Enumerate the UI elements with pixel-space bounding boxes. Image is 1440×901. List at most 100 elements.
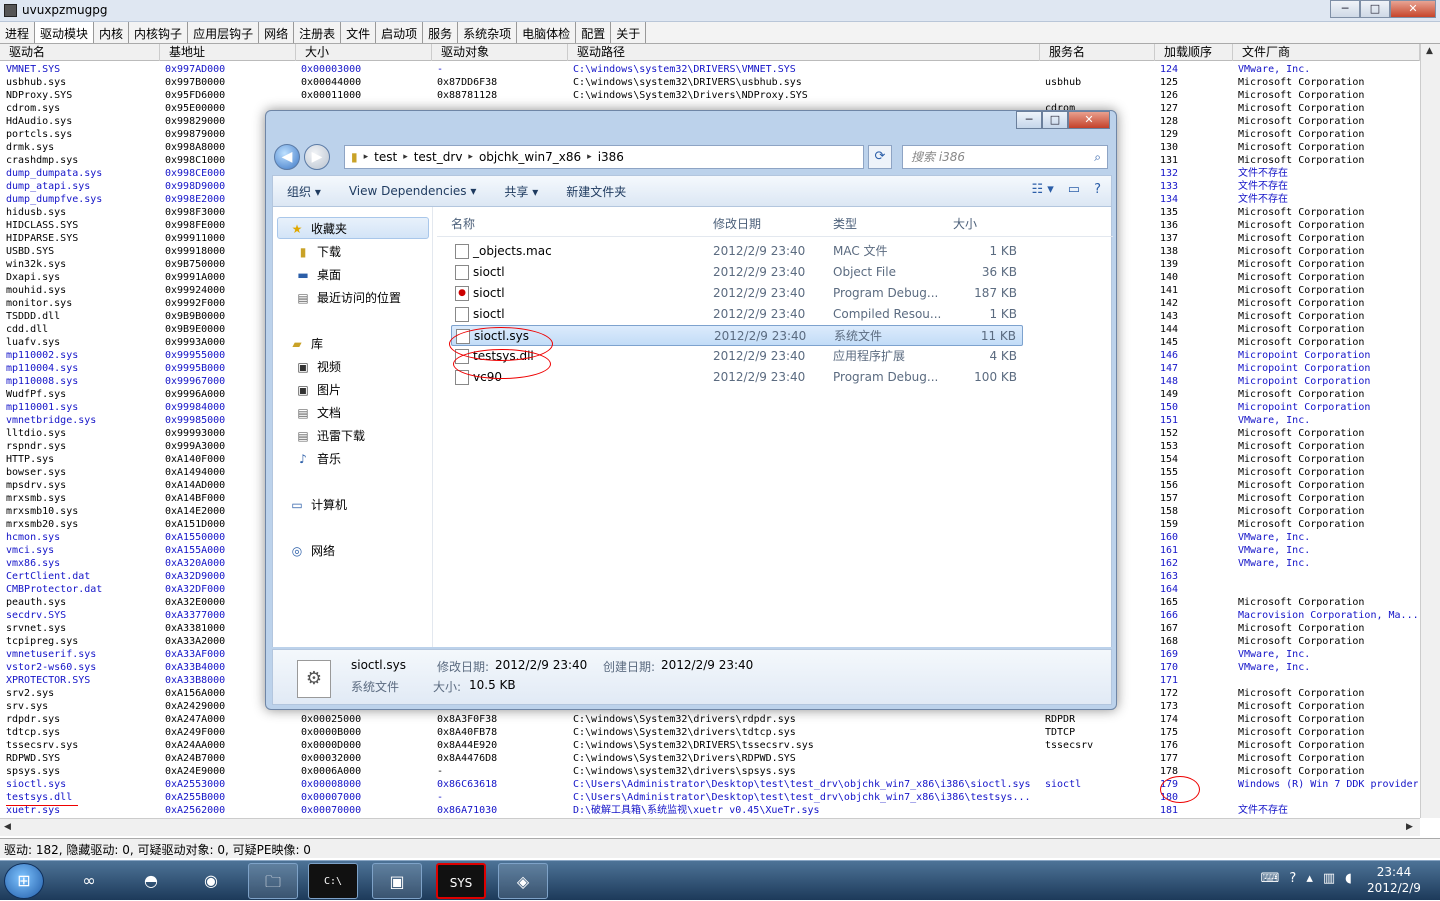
tab-11[interactable]: 电脑体检 [517, 22, 577, 43]
col-type[interactable]: 类型 [833, 215, 857, 232]
explorer-close-button[interactable]: ✕ [1068, 111, 1110, 129]
taskbar-app-3[interactable]: 🗀 [248, 863, 298, 899]
table-row[interactable]: VMNET.SYS 0x997AD000 0x00003000 - C:\windows… [0, 63, 1420, 76]
address-bar[interactable]: ▮ ▸ test ▸ test_drv ▸ objchk_win7_x86 ▸ i386 [344, 145, 864, 169]
tab-3[interactable]: 内核钩子 [129, 22, 189, 43]
taskbar-app-7[interactable]: ◈ [498, 863, 548, 899]
clock[interactable]: 23:44 2012/2/9 [1356, 864, 1432, 896]
taskbar-app-1[interactable]: ◓ [126, 863, 176, 899]
nav-downloads[interactable]: ▮ 下载 [295, 243, 341, 260]
close-button[interactable]: ✕ [1390, 0, 1436, 18]
tab-12[interactable]: 配置 [576, 22, 612, 43]
file-row[interactable]: _objects.mac 2012/2/9 23:40 MAC 文件 1 KB [451, 241, 1023, 262]
breadcrumb-item[interactable]: i386 [592, 146, 630, 168]
nav-documents[interactable]: ▤ 文档 [295, 404, 341, 421]
nav-music[interactable]: ♪ 音乐 [295, 450, 341, 467]
breadcrumb-item[interactable]: test_drv [408, 146, 469, 168]
table-row[interactable]: testsys.dll 0xA255B000 0x00007000 - C:\Users… [0, 791, 1420, 804]
tab-4[interactable]: 应用层钩子 [188, 22, 260, 43]
maximize-button[interactable]: □ [1360, 0, 1390, 18]
command-0[interactable]: 组织 ▾ [273, 183, 335, 200]
nav-recent[interactable]: ▤ 最近访问的位置 [295, 289, 401, 306]
preview-pane-icon[interactable]: ▭ [1068, 182, 1080, 197]
table-row[interactable]: tdtcp.sys 0xA249F000 0x0000B000 0x8A40FB78 C… [0, 726, 1420, 739]
nav-computer[interactable]: ▭ 计算机 [289, 496, 347, 513]
nav-favorites[interactable]: ★ 收藏夹 [289, 220, 347, 237]
taskbar-app-5[interactable]: ▣ [372, 863, 422, 899]
table-row[interactable]: sioctl.sys 0xA2553000 0x00008000 0x86C63618… [0, 778, 1420, 791]
nav-network[interactable]: ◎ 网络 [289, 542, 335, 559]
table-row[interactable]: tssecsrv.sys 0xA24AA000 0x0000D000 0x8A44E9… [0, 739, 1420, 752]
col-modified[interactable]: 修改日期 [713, 215, 761, 232]
nav-thunder-downloads[interactable]: ▤ 迅雷下载 [295, 427, 365, 444]
file-row[interactable]: ● sioctl 2012/2/9 23:40 Program Debug... 187… [451, 283, 1023, 304]
scroll-left-icon[interactable]: ◀ [4, 822, 11, 832]
file-size: 1 KB [989, 244, 1017, 258]
table-row[interactable]: RDPWD.SYS 0xA24B7000 0x00032000 0x8A4476D8 C… [0, 752, 1420, 765]
annotation-circle-load-order [1160, 776, 1200, 803]
network-tray-icon[interactable]: ▥ [1323, 871, 1335, 886]
nav-desktop[interactable]: ▬ 桌面 [295, 266, 341, 283]
taskbar-app-0[interactable]: ∞ [64, 863, 114, 899]
column-header-3[interactable]: 驱动对象 [432, 44, 568, 61]
tab-1[interactable]: 驱动模块 [35, 22, 95, 43]
table-cell: RDPDR [1045, 714, 1076, 725]
nav-video[interactable]: ▣ 视频 [295, 358, 341, 375]
help-tray-icon[interactable]: ? [1289, 871, 1296, 886]
col-size[interactable]: 大小 [953, 215, 977, 232]
tab-0[interactable]: 进程 [0, 22, 36, 43]
nav-library[interactable]: ▰ 库 [289, 335, 323, 352]
table-row[interactable]: NDProxy.SYS 0x95FD6000 0x00011000 0x8878112… [0, 89, 1420, 102]
column-header-1[interactable]: 基地址 [160, 44, 296, 61]
tab-2[interactable]: 内核 [94, 22, 130, 43]
table-row[interactable]: xuetr.sys 0xA2562000 0x00070000 0x86A71030 D… [0, 804, 1420, 817]
column-header-0[interactable]: 驱动名 [0, 44, 160, 61]
vertical-scrollbar[interactable]: ▲ [1420, 44, 1440, 818]
tab-13[interactable]: 关于 [611, 22, 647, 43]
column-header-7[interactable]: 文件厂商 [1233, 44, 1420, 61]
minimize-button[interactable]: ─ [1330, 0, 1360, 18]
column-header-5[interactable]: 服务名 [1040, 44, 1155, 61]
tab-6[interactable]: 注册表 [294, 22, 342, 43]
command-3[interactable]: 新建文件夹 [552, 183, 640, 200]
breadcrumb-item[interactable]: objchk_win7_x86 [473, 146, 587, 168]
command-1[interactable]: View Dependencies ▾ [335, 184, 491, 198]
file-row[interactable]: sioctl 2012/2/9 23:40 Compiled Resou... 1 K… [451, 304, 1023, 325]
start-button[interactable]: ⊞ [4, 863, 44, 899]
help-icon[interactable]: ? [1094, 182, 1101, 197]
tab-10[interactable]: 系统杂项 [458, 22, 518, 43]
table-row[interactable]: rdpdr.sys 0xA247A000 0x00025000 0x8A3F0F38 C… [0, 713, 1420, 726]
explorer-maximize-button[interactable]: □ [1042, 111, 1068, 129]
table-row[interactable]: usbhub.sys 0x997B0000 0x00044000 0x87DD6F38… [0, 76, 1420, 89]
scroll-right-icon[interactable]: ▶ [1406, 822, 1413, 832]
search-icon[interactable]: ⌕ [1094, 146, 1101, 168]
taskbar-app-6[interactable]: SYS [436, 863, 486, 899]
search-input[interactable]: 搜索 i386 ⌕ [902, 145, 1108, 169]
scroll-up-icon[interactable]: ▲ [1426, 46, 1433, 56]
tray-expand-icon[interactable]: ▴ [1306, 871, 1313, 886]
tab-9[interactable]: 服务 [423, 22, 459, 43]
forward-button[interactable]: ▶ [304, 144, 330, 170]
column-header-2[interactable]: 大小 [296, 44, 432, 61]
nav-pictures[interactable]: ▣ 图片 [295, 381, 341, 398]
column-header-6[interactable]: 加载顺序 [1155, 44, 1233, 61]
tab-7[interactable]: 文件 [341, 22, 377, 43]
column-header-4[interactable]: 驱动路径 [568, 44, 1040, 61]
volume-icon[interactable]: ◖ [1345, 871, 1352, 886]
horizontal-scrollbar[interactable]: ◀ ▶ [0, 818, 1420, 836]
file-row[interactable]: sioctl 2012/2/9 23:40 Object File 36 KB [451, 262, 1023, 283]
tab-5[interactable]: 网络 [259, 22, 295, 43]
refresh-icon[interactable]: ⟳ [868, 145, 892, 169]
col-name[interactable]: 名称 [451, 215, 475, 232]
table-row[interactable]: spsys.sys 0xA24E9000 0x0006A000 - C:\windows… [0, 765, 1420, 778]
view-options-icon[interactable]: ☷ ▾ [1031, 182, 1053, 197]
back-button[interactable]: ◀ [274, 144, 300, 170]
taskbar-app-4[interactable]: C:\ [308, 863, 358, 899]
tab-8[interactable]: 启动项 [376, 22, 424, 43]
taskbar-app-2[interactable]: ◉ [186, 863, 236, 899]
command-2[interactable]: 共享 ▾ [490, 183, 552, 200]
breadcrumb-item[interactable]: test [368, 146, 403, 168]
explorer-minimize-button[interactable]: ─ [1016, 111, 1042, 129]
table-cell: VMware, Inc. [1238, 662, 1311, 673]
keyboard-icon[interactable]: ⌨ [1261, 871, 1280, 886]
